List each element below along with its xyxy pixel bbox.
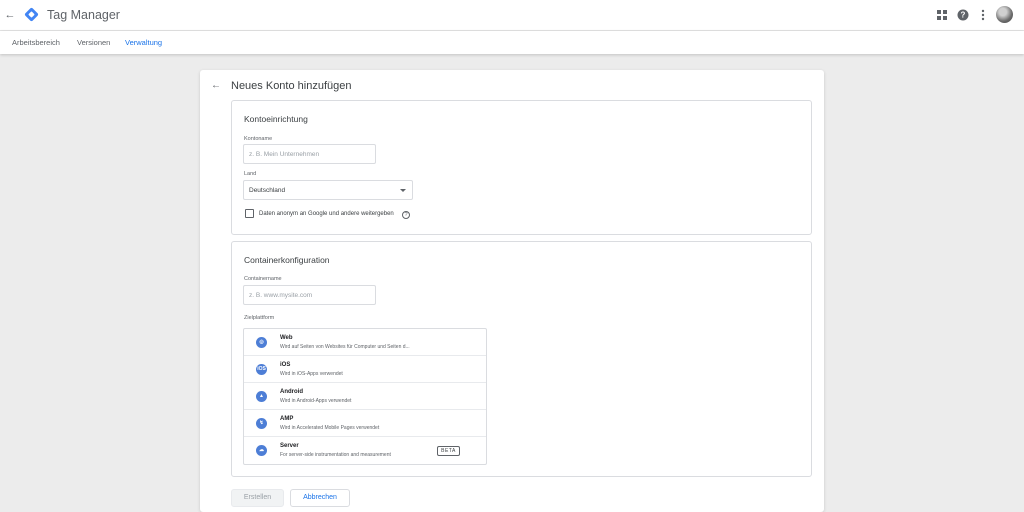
platform-name: Web bbox=[280, 335, 293, 341]
share-data-label: Daten anonym an Google und andere weiter… bbox=[259, 211, 394, 217]
more-vert-icon[interactable] bbox=[977, 9, 989, 21]
platform-option-ios[interactable]: iOS iOS Wird in iOS-Apps verwendet bbox=[244, 356, 486, 383]
country-value: Deutschland bbox=[249, 187, 286, 194]
platform-name: iOS bbox=[280, 362, 291, 368]
tag-manager-logo bbox=[24, 7, 39, 22]
account-name-label: Kontoname bbox=[244, 136, 273, 142]
platform-option-web[interactable]: ◎ Web Wird auf Seiten von Websites für C… bbox=[244, 329, 486, 356]
platform-description: Wird in Accelerated Mobile Pages verwend… bbox=[280, 425, 380, 431]
tab-versionen[interactable]: Versionen bbox=[77, 38, 110, 47]
share-data-checkbox[interactable] bbox=[245, 209, 254, 218]
platform-description: Wird in iOS-Apps verwendet bbox=[280, 371, 343, 377]
app-bar: ← Tag Manager ? bbox=[0, 0, 1024, 31]
avatar[interactable] bbox=[996, 6, 1013, 23]
cloud-icon: ☁ bbox=[256, 445, 267, 456]
dropdown-caret-icon bbox=[400, 189, 406, 192]
back-arrow-icon[interactable]: ← bbox=[3, 8, 17, 22]
container-name-input[interactable]: z. B. www.mysite.com bbox=[243, 285, 376, 305]
bolt-icon: ↯ bbox=[256, 418, 267, 429]
cancel-button[interactable]: Abbrechen bbox=[290, 489, 350, 507]
android-icon: ▲ bbox=[256, 391, 267, 402]
app-title: Tag Manager bbox=[47, 8, 120, 22]
account-name-input[interactable]: z. B. Mein Unternehmen bbox=[243, 144, 376, 164]
page-title: Neues Konto hinzufügen bbox=[231, 80, 352, 92]
svg-text:?: ? bbox=[961, 11, 966, 20]
platform-name: Android bbox=[280, 389, 303, 395]
country-label: Land bbox=[244, 171, 257, 177]
platform-description: Wird in Android-Apps verwendet bbox=[280, 398, 352, 404]
beta-badge: BETA bbox=[437, 446, 460, 456]
tab-bar: Arbeitsbereich Versionen Verwaltung bbox=[0, 31, 1024, 54]
platform-description: For server-side instrumentation and meas… bbox=[280, 452, 391, 458]
globe-icon: ◎ bbox=[256, 337, 267, 348]
help-icon[interactable]: ? bbox=[957, 9, 969, 21]
back-icon[interactable]: ← bbox=[210, 80, 222, 92]
help-icon[interactable]: ? bbox=[402, 211, 410, 219]
platform-option-server[interactable]: ☁ Server For server-side instrumentation… bbox=[244, 437, 486, 464]
tab-verwaltung[interactable]: Verwaltung bbox=[125, 38, 162, 47]
container-name-label: Containername bbox=[244, 276, 282, 282]
account-setup-card: Kontoeinrichtung Kontoname z. B. Mein Un… bbox=[231, 100, 812, 235]
platform-description: Wird auf Seiten von Websites für Compute… bbox=[280, 344, 410, 350]
platform-name: AMP bbox=[280, 416, 294, 422]
platform-name: Server bbox=[280, 443, 299, 449]
account-setup-title: Kontoeinrichtung bbox=[244, 114, 308, 124]
platform-option-amp[interactable]: ↯ AMP Wird in Accelerated Mobile Pages v… bbox=[244, 410, 486, 437]
country-select[interactable]: Deutschland bbox=[243, 180, 413, 200]
container-setup-card: Containerkonfiguration Containername z. … bbox=[231, 241, 812, 477]
target-platform-label: Zielplattform bbox=[244, 315, 275, 321]
container-setup-title: Containerkonfiguration bbox=[244, 255, 330, 265]
platform-option-android[interactable]: ▲ Android Wird in Android-Apps verwendet bbox=[244, 383, 486, 410]
tab-arbeitsbereich[interactable]: Arbeitsbereich bbox=[12, 38, 60, 47]
apps-grid-icon[interactable] bbox=[936, 9, 948, 21]
platform-list: ◎ Web Wird auf Seiten von Websites für C… bbox=[243, 328, 487, 465]
ios-icon: iOS bbox=[256, 364, 267, 375]
create-button[interactable]: Erstellen bbox=[231, 489, 284, 507]
